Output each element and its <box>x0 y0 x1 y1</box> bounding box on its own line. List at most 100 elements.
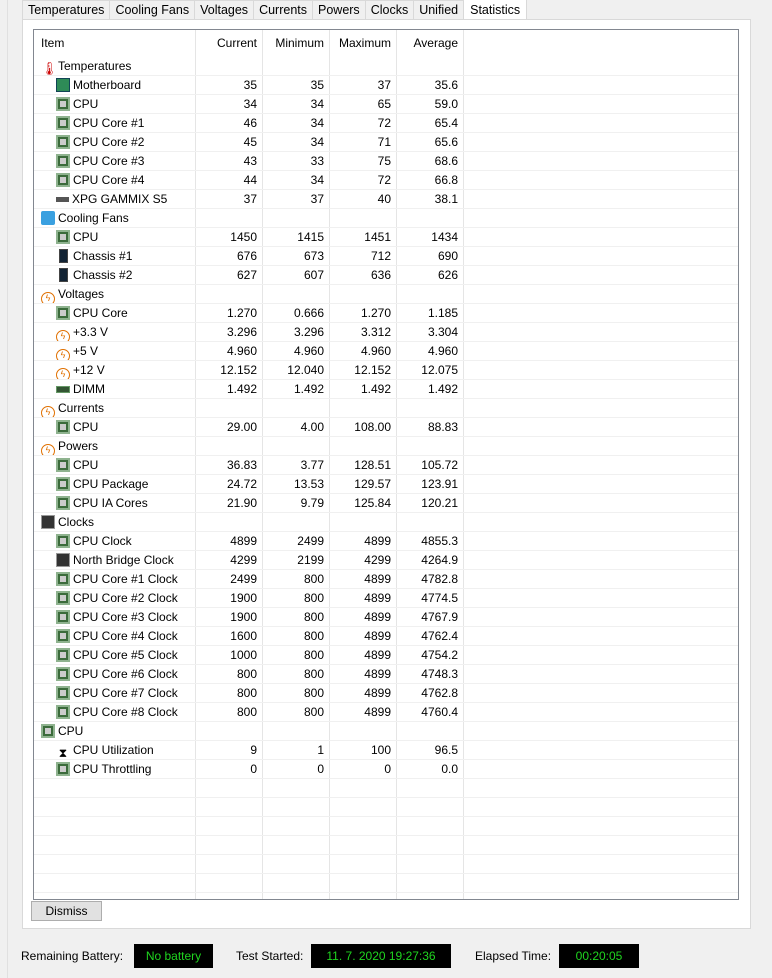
table-row[interactable]: CPU Core #2 45 34 71 65.6 <box>34 133 738 152</box>
table-row[interactable]: CPU Core #1 46 34 72 65.4 <box>34 114 738 133</box>
group-row[interactable]: CPU <box>34 722 738 741</box>
item-label: CPU IA Cores <box>73 496 148 510</box>
table-row[interactable]: Motherboard 35 35 37 35.6 <box>34 76 738 95</box>
table-row[interactable]: ⧗ CPU Utilization 9 1 100 96.5 <box>34 741 738 760</box>
cell-average: 4774.5 <box>397 589 464 607</box>
column-header-item[interactable]: Item <box>34 30 196 57</box>
empty-cell <box>330 855 397 873</box>
table-row[interactable]: CPU 1450 1415 1451 1434 <box>34 228 738 247</box>
cell-average: 4782.8 <box>397 570 464 588</box>
hourglass-icon: ⧗ <box>58 746 68 759</box>
table-row[interactable]: ϟ +3.3 V 3.296 3.296 3.312 3.304 <box>34 323 738 342</box>
table-row[interactable]: CPU Core #4 Clock 1600 800 4899 4762.4 <box>34 627 738 646</box>
cell-filler <box>464 437 738 455</box>
table-row[interactable]: CPU Core #1 Clock 2499 800 4899 4782.8 <box>34 570 738 589</box>
cell-filler <box>464 532 738 550</box>
table-row[interactable]: Chassis #2 627 607 636 626 <box>34 266 738 285</box>
tab-powers[interactable]: Powers <box>312 0 366 20</box>
clock-chip-icon <box>56 553 70 567</box>
cell-item: CPU <box>34 228 196 246</box>
empty-cell <box>464 817 738 835</box>
tab-clocks[interactable]: Clocks <box>364 0 415 20</box>
cell-average: 4.960 <box>397 342 464 360</box>
cell-filler <box>464 304 738 322</box>
cell-item: CPU Core <box>34 304 196 322</box>
table-row[interactable]: Chassis #1 676 673 712 690 <box>34 247 738 266</box>
group-row[interactable]: ϟ Currents <box>34 399 738 418</box>
table-row[interactable]: CPU Package 24.72 13.53 129.57 123.91 <box>34 475 738 494</box>
table-row[interactable]: CPU Core #3 43 33 75 68.6 <box>34 152 738 171</box>
tab-unified[interactable]: Unified <box>413 0 465 20</box>
cell-average: 4767.9 <box>397 608 464 626</box>
table-row[interactable]: CPU 29.00 4.00 108.00 88.83 <box>34 418 738 437</box>
cell-minimum: 800 <box>263 665 330 683</box>
cell-maximum: 4899 <box>330 646 397 664</box>
cell-current <box>196 399 263 417</box>
cpu-chip-icon <box>56 572 70 586</box>
cell-average: 65.4 <box>397 114 464 132</box>
cell-item: CPU <box>34 95 196 113</box>
table-row[interactable]: CPU Core #7 Clock 800 800 4899 4762.8 <box>34 684 738 703</box>
battery-label: Remaining Battery: <box>21 949 124 963</box>
tab-temperatures[interactable]: Temperatures <box>22 0 111 20</box>
item-label: Powers <box>58 439 99 453</box>
cell-item: CPU Core #8 Clock <box>34 703 196 721</box>
tab-cooling-fans[interactable]: Cooling Fans <box>109 0 196 20</box>
statistics-list[interactable]: Item Current Minimum Maximum Average 🌡Te… <box>33 29 739 900</box>
table-row[interactable]: North Bridge Clock 4299 2199 4299 4264.9 <box>34 551 738 570</box>
empty-cell <box>263 779 330 797</box>
chassis-icon <box>59 249 68 263</box>
tab-statistics[interactable]: Statistics <box>463 0 528 19</box>
voltage-icon: ϟ <box>56 368 70 379</box>
group-row[interactable]: ϟ Voltages <box>34 285 738 304</box>
cpu-chip-icon <box>56 591 70 605</box>
table-row[interactable]: CPU Core #4 44 34 72 66.8 <box>34 171 738 190</box>
item-label: CPU Throttling <box>73 762 152 776</box>
empty-cell <box>263 836 330 854</box>
cell-current <box>196 285 263 303</box>
cell-current: 44 <box>196 171 263 189</box>
table-row[interactable]: XPG GAMMIX S5 37 37 40 38.1 <box>34 190 738 209</box>
item-label: Motherboard <box>73 78 142 92</box>
column-header-current[interactable]: Current <box>196 30 263 57</box>
table-row[interactable]: CPU IA Cores 21.90 9.79 125.84 120.21 <box>34 494 738 513</box>
empty-cell <box>397 798 464 816</box>
table-row[interactable]: CPU Core #6 Clock 800 800 4899 4748.3 <box>34 665 738 684</box>
cell-minimum: 1 <box>263 741 330 759</box>
table-row[interactable]: CPU Clock 4899 2499 4899 4855.3 <box>34 532 738 551</box>
empty-cell <box>330 779 397 797</box>
cell-average <box>397 57 464 75</box>
voltage-icon: ϟ <box>41 406 55 417</box>
table-row[interactable]: ϟ +12 V 12.152 12.040 12.152 12.075 <box>34 361 738 380</box>
group-row[interactable]: 🌡Temperatures <box>34 57 738 76</box>
table-row[interactable]: CPU 34 34 65 59.0 <box>34 95 738 114</box>
item-label: Chassis #1 <box>73 249 133 263</box>
cell-filler <box>464 247 738 265</box>
cell-maximum: 712 <box>330 247 397 265</box>
tab-voltages[interactable]: Voltages <box>194 0 255 20</box>
cell-item: CPU <box>34 456 196 474</box>
table-row[interactable]: CPU 36.83 3.77 128.51 105.72 <box>34 456 738 475</box>
table-row[interactable]: DIMM 1.492 1.492 1.492 1.492 <box>34 380 738 399</box>
tab-currents[interactable]: Currents <box>253 0 313 20</box>
dismiss-button[interactable]: Dismiss <box>31 901 102 921</box>
cell-current: 37 <box>196 190 263 208</box>
column-header-maximum[interactable]: Maximum <box>330 30 397 57</box>
cell-maximum: 4899 <box>330 608 397 626</box>
group-row[interactable]: Clocks <box>34 513 738 532</box>
table-row[interactable]: CPU Core #3 Clock 1900 800 4899 4767.9 <box>34 608 738 627</box>
ssd-icon <box>56 197 69 202</box>
table-row[interactable]: CPU Throttling 0 0 0 0.0 <box>34 760 738 779</box>
table-row[interactable]: CPU Core #5 Clock 1000 800 4899 4754.2 <box>34 646 738 665</box>
chassis-icon <box>59 268 68 282</box>
table-row[interactable]: CPU Core 1.270 0.666 1.270 1.185 <box>34 304 738 323</box>
group-row[interactable]: Cooling Fans <box>34 209 738 228</box>
table-row[interactable]: ϟ +5 V 4.960 4.960 4.960 4.960 <box>34 342 738 361</box>
table-row[interactable]: CPU Core #2 Clock 1900 800 4899 4774.5 <box>34 589 738 608</box>
column-header-minimum[interactable]: Minimum <box>263 30 330 57</box>
table-row[interactable]: CPU Core #8 Clock 800 800 4899 4760.4 <box>34 703 738 722</box>
cell-maximum: 636 <box>330 266 397 284</box>
group-row[interactable]: ϟ Powers <box>34 437 738 456</box>
column-header-average[interactable]: Average <box>397 30 464 57</box>
item-label: CPU Core #2 Clock <box>73 591 178 605</box>
